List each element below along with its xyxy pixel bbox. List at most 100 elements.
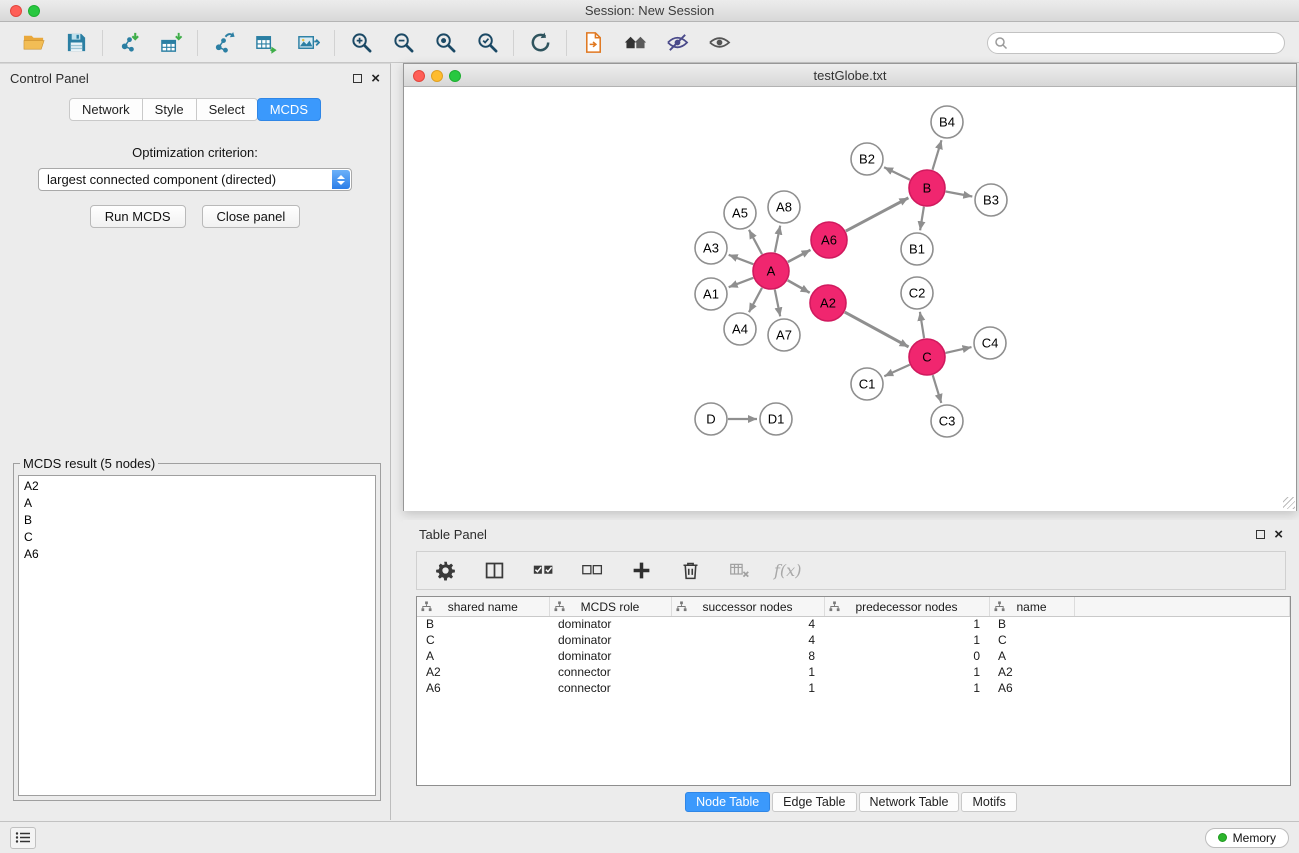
memory-button[interactable]: Memory [1205,828,1289,848]
task-history-button[interactable] [10,827,36,849]
export-network-icon[interactable] [210,29,238,57]
network-window-title: testGlobe.txt [814,68,887,83]
table-row[interactable]: A2connector11A2 [417,664,1290,680]
graph-edge-C-C1[interactable] [884,365,909,376]
graph-edge-C-C2[interactable] [920,312,924,338]
graph-node-label: C4 [982,336,999,351]
zoom-window-icon[interactable] [28,5,40,17]
network-canvas[interactable]: AA1A2A3A4A5A6A7A8BB1B2B3B4CC1C2C3C4DD1 [404,88,1296,511]
graph-edge-A-A4[interactable] [749,288,762,312]
graph-node-label: A8 [776,200,792,215]
table-row[interactable]: A6connector11A6 [417,680,1290,696]
zoom-fit-icon[interactable] [431,29,459,57]
close-panel-icon[interactable]: × [1274,527,1283,542]
list-item[interactable]: A2 [19,478,375,495]
titlebar: Session: New Session [0,0,1299,22]
export-image-icon[interactable] [294,29,322,57]
table-row[interactable]: Cdominator41C [417,632,1290,648]
graph-node-label: D [706,412,715,427]
network-window-titlebar[interactable]: testGlobe.txt [404,64,1296,87]
memory-status-icon [1218,833,1227,842]
zoom-window-icon[interactable] [449,70,461,82]
graph-node-label: A7 [776,328,792,343]
column-header-MCDS-role[interactable]: MCDS role [549,597,671,616]
table-row[interactable]: Bdominator41B [417,616,1290,632]
zoom-selected-icon[interactable] [473,29,501,57]
graph-edge-B-B1[interactable] [920,207,924,231]
graph-node-label: A4 [732,322,748,337]
column-header-name[interactable]: name [989,597,1074,616]
show-columns-icon[interactable] [480,557,508,585]
tab-select[interactable]: Select [196,98,258,121]
graph-edge-A-A8[interactable] [775,226,780,253]
tab-network[interactable]: Network [69,98,143,121]
graph-edge-C-C4[interactable] [946,347,972,353]
function-builder-icon[interactable]: f(x) [774,561,801,580]
tab-network-table[interactable]: Network Table [859,792,960,812]
graph-edge-A-A2[interactable] [788,280,810,292]
close-window-icon[interactable] [10,5,22,17]
graph-edge-C-C3[interactable] [933,375,942,403]
list-item[interactable]: C [19,529,375,546]
graph-node-label: A2 [820,296,836,311]
close-window-icon[interactable] [413,70,425,82]
list-item[interactable]: A6 [19,546,375,563]
run-mcds-button[interactable]: Run MCDS [90,205,186,228]
node-table[interactable]: shared name MCDS role successor nodes pr… [416,596,1291,786]
apply-layout-icon[interactable] [526,29,554,57]
graph-node-label: C2 [909,286,926,301]
table-settings-gear-icon[interactable] [431,557,459,585]
save-session-icon[interactable] [62,29,90,57]
column-header-filler [1074,597,1290,616]
column-header-predecessor-nodes[interactable]: predecessor nodes [824,597,989,616]
graph-edge-B-B3[interactable] [946,192,973,197]
list-item[interactable]: B [19,512,375,529]
table-row[interactable]: Adominator80A [417,648,1290,664]
list-icon [15,831,31,844]
select-all-icon[interactable] [529,557,557,585]
close-panel-icon[interactable]: × [371,71,380,86]
float-panel-icon[interactable] [1256,530,1265,539]
resize-grip[interactable] [1283,497,1295,509]
graph-edge-B-B4[interactable] [933,140,942,170]
delete-table-icon[interactable] [725,557,753,585]
export-table-icon[interactable] [252,29,280,57]
open-file-icon[interactable] [579,29,607,57]
column-header-shared-name[interactable]: shared name [417,597,549,616]
tab-node-table[interactable]: Node Table [685,792,770,812]
zoom-in-icon[interactable] [347,29,375,57]
table-panel-title: Table Panel [419,527,487,542]
float-panel-icon[interactable] [353,74,362,83]
search-input[interactable] [987,32,1285,54]
home-icon[interactable] [621,29,649,57]
optimization-criterion-select[interactable]: largest connected component (directed) [38,168,352,191]
graph-edge-A-A3[interactable] [729,255,754,264]
graph-edge-A6-B[interactable] [846,198,909,231]
graph-edge-A-A1[interactable] [729,278,754,287]
close-panel-button[interactable]: Close panel [202,205,301,228]
open-session-icon[interactable] [20,29,48,57]
graph-edge-B-B2[interactable] [884,167,910,179]
network-window: testGlobe.txt AA1A2A3A4A5A6A7A8BB1B2B3B4… [403,63,1297,511]
network-graph[interactable]: AA1A2A3A4A5A6A7A8BB1B2B3B4CC1C2C3C4DD1 [404,88,1296,511]
show-panel-icon[interactable] [705,29,733,57]
tab-mcds[interactable]: MCDS [257,98,321,121]
import-table-icon[interactable] [157,29,185,57]
graph-edge-A-A6[interactable] [788,250,811,262]
tab-edge-table[interactable]: Edge Table [772,792,856,812]
graph-node-label: A1 [703,287,719,302]
list-item[interactable]: A [19,495,375,512]
column-header-successor-nodes[interactable]: successor nodes [671,597,824,616]
graph-edge-A-A7[interactable] [775,290,780,317]
graph-edge-A2-C[interactable] [845,312,909,347]
hide-panel-icon[interactable] [663,29,691,57]
minimize-window-icon[interactable] [431,70,443,82]
import-network-icon[interactable] [115,29,143,57]
add-row-icon[interactable] [627,557,655,585]
zoom-out-icon[interactable] [389,29,417,57]
tab-motifs[interactable]: Motifs [961,792,1016,812]
deselect-all-icon[interactable] [578,557,606,585]
tab-style[interactable]: Style [142,98,197,121]
graph-edge-A-A5[interactable] [749,230,762,254]
delete-icon[interactable] [676,557,704,585]
